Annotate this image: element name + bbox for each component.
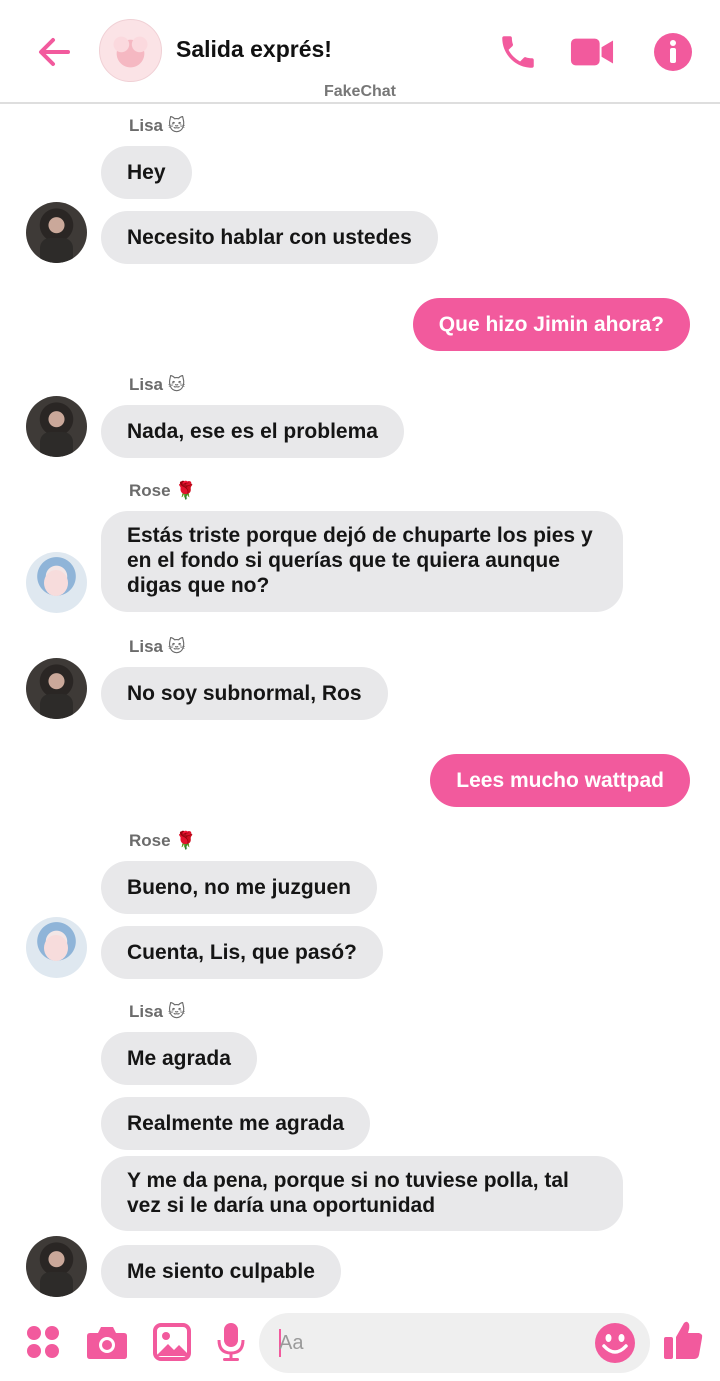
image-icon — [153, 1323, 191, 1361]
watermark: FakeChat — [323, 83, 397, 100]
sender-name: Lisa 🐱 — [129, 637, 186, 656]
sender-name: Rose 🌹 — [129, 831, 197, 850]
video-call-button[interactable] — [570, 30, 614, 74]
avatar[interactable] — [26, 917, 87, 978]
chat-title[interactable]: Salida exprés! — [176, 36, 332, 63]
avatar[interactable] — [26, 1236, 87, 1297]
emoji-icon[interactable] — [594, 1322, 636, 1364]
message-bubble[interactable]: Me siento culpable — [101, 1245, 341, 1298]
gallery-button[interactable] — [151, 1321, 193, 1363]
voice-button[interactable] — [210, 1321, 252, 1363]
like-button[interactable] — [662, 1319, 704, 1361]
message-bubble[interactable]: Bueno, no me juzguen — [101, 861, 377, 914]
apps-button[interactable] — [22, 1321, 64, 1363]
microphone-icon — [217, 1323, 245, 1361]
message-bubble[interactable]: Realmente me agrada — [101, 1097, 371, 1150]
message-bubble[interactable]: Y me da pena, porque si no tuviese polla… — [101, 1156, 623, 1231]
back-arrow-icon — [39, 38, 70, 66]
apps-grid-icon — [27, 1326, 59, 1358]
phone-icon — [502, 36, 534, 68]
group-avatar[interactable] — [99, 19, 162, 82]
message-bubble[interactable]: Hey — [101, 146, 192, 199]
video-camera-icon — [570, 38, 614, 66]
camera-button[interactable] — [86, 1321, 128, 1363]
message-input-container — [259, 1313, 650, 1373]
info-button[interactable] — [651, 30, 695, 74]
message-input[interactable] — [279, 1327, 579, 1359]
avatar[interactable] — [26, 552, 87, 613]
message-bubble[interactable]: No soy subnormal, Ros — [101, 667, 388, 720]
message-bubble[interactable]: Que hizo Jimin ahora? — [412, 298, 690, 351]
composer-bar — [0, 1302, 720, 1381]
message-bubble[interactable]: Nada, ese es el problema — [101, 405, 404, 458]
avatar[interactable] — [26, 202, 87, 263]
message-bubble[interactable]: Lees mucho wattpad — [430, 754, 690, 807]
thumbs-up-icon — [664, 1321, 703, 1359]
back-button[interactable] — [32, 30, 76, 74]
camera-icon — [87, 1327, 127, 1359]
sender-name: Lisa 🐱 — [129, 375, 186, 394]
message-bubble[interactable]: Necesito hablar con ustedes — [101, 211, 438, 264]
sender-name: Rose 🌹 — [129, 481, 197, 500]
message-bubble[interactable]: Cuenta, Lis, que pasó? — [101, 926, 383, 979]
sender-name: Lisa 🐱 — [129, 1002, 186, 1021]
message-bubble[interactable]: Me agrada — [101, 1032, 257, 1085]
avatar[interactable] — [26, 396, 87, 457]
avatar[interactable] — [26, 658, 87, 719]
info-icon — [654, 33, 692, 71]
message-bubble[interactable]: Estás triste porque dejó de chuparte los… — [101, 511, 623, 612]
sender-name: Lisa 🐱 — [129, 116, 186, 135]
call-button[interactable] — [496, 30, 540, 74]
